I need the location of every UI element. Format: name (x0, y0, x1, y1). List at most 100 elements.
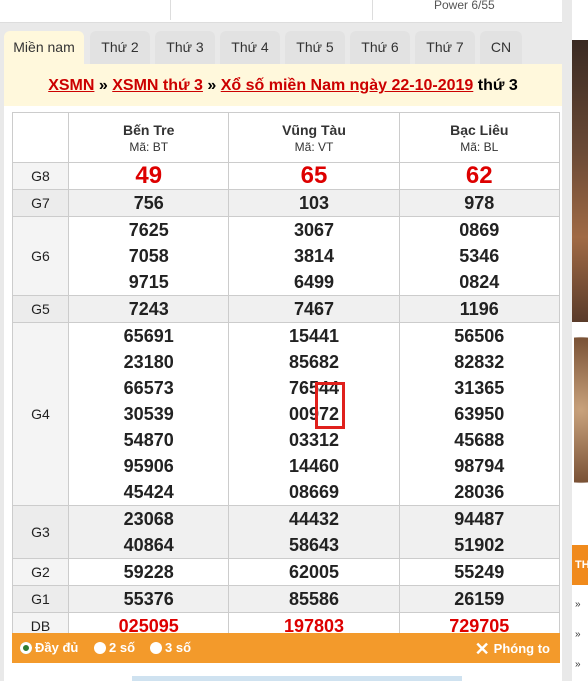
side-banner-image[interactable] (572, 40, 588, 322)
prize-row-g6: G6 7625 7058 9715 3067 3814 6499 0869 5346 082… (12, 216, 561, 296)
tab-cn[interactable]: CN (480, 31, 522, 64)
tab-thu-5[interactable]: Thứ 5 (285, 31, 345, 64)
prize-value: 65691 (123, 326, 174, 346)
tab-thu-3[interactable]: Thứ 3 (155, 31, 215, 64)
prize-value: 63950 (454, 404, 505, 424)
prize-value: 0824 (459, 272, 500, 292)
prize-value: 0869 (459, 220, 500, 240)
power-655-link[interactable]: Power 6/55 (434, 0, 495, 12)
expand-icon: ✕ (474, 639, 490, 659)
prize-row-g7: G7 756 103 978 (12, 189, 561, 217)
prize-value: 45688 (454, 430, 505, 450)
side-list[interactable]: »»» (575, 590, 581, 680)
province-code: Mã: VT (294, 139, 334, 154)
province-name: Bến Tre (123, 121, 175, 138)
prize-value: 30539 (123, 404, 174, 424)
prize-label: G5 (12, 295, 69, 323)
prize-value: 5346 (459, 246, 500, 266)
prize-value: 7058 (128, 246, 169, 266)
prize-value: 66573 (123, 378, 174, 398)
prize-value: 23068 (123, 509, 174, 529)
radio-icon[interactable] (150, 642, 162, 654)
prize-value: 62005 (228, 558, 400, 586)
prize-value: 54870 (123, 430, 174, 450)
prize-row-g4: G4 65691 23180 66573 30539 54870 95906 45424 1… (12, 322, 561, 506)
province-name: Bạc Liêu (450, 121, 509, 138)
tab-mien-nam[interactable]: Miền nam (4, 31, 84, 64)
corner-cell (12, 112, 69, 163)
prize-value: 44432 (288, 509, 340, 529)
prize-label: G1 (12, 585, 69, 613)
breadcrumb-weekday: thứ 3 (473, 77, 518, 94)
breadcrumb: XSMN » XSMN thứ 3 » Xổ số miền Nam ngày … (4, 64, 562, 106)
zoom-button[interactable]: ✕ Phóng to (475, 639, 550, 660)
results-panel: Bến Tre Mã: BT Vũng Tàu Mã: VT Bạc Liêu Mã:… (4, 106, 562, 681)
tab-thu-7[interactable]: Thứ 7 (415, 31, 475, 64)
breadcrumb-xsmn[interactable]: XSMN (48, 77, 94, 94)
prize-value: 85586 (228, 585, 400, 613)
option-2-digits[interactable]: 2 số (94, 640, 135, 655)
results-table: Bến Tre Mã: BT Vũng Tàu Mã: VT Bạc Liêu Mã:… (12, 112, 561, 640)
prize-row-g5: G5 7243 7467 1196 (12, 295, 561, 323)
prize-value: 56506 (454, 326, 505, 346)
top-divider (372, 0, 373, 20)
option-full[interactable]: Đầy đủ (20, 640, 78, 655)
prize-value: 6499 (293, 272, 335, 292)
option-3-digits[interactable]: 3 số (150, 640, 191, 655)
prize-value: 3067 (293, 220, 335, 240)
province-header[interactable]: Bến Tre Mã: BT (67, 112, 230, 163)
table-header-row: Bến Tre Mã: BT Vũng Tàu Mã: VT Bạc Liêu Mã:… (12, 112, 561, 163)
prize-value: 00972 (288, 404, 340, 424)
prize-value: 08669 (288, 482, 340, 502)
prize-value: 62 (398, 162, 561, 190)
prize-value: 7467 (228, 295, 400, 323)
tab-thu-4[interactable]: Thứ 4 (220, 31, 280, 64)
prize-cell: 3067 3814 6499 (228, 216, 400, 296)
prize-label: G3 (12, 505, 69, 559)
prize-value: 82832 (454, 352, 505, 372)
bottom-edge (132, 676, 462, 681)
radio-icon[interactable] (94, 642, 106, 654)
prize-value: 756 (67, 189, 230, 217)
display-options-bar: Đầy đủ 2 số 3 số ✕ Phóng to (12, 633, 560, 663)
tab-thu-6[interactable]: Thứ 6 (350, 31, 410, 64)
prize-label: G4 (12, 322, 69, 506)
side-section-title: TH (575, 559, 588, 571)
breadcrumb-separator: » (202, 77, 221, 94)
side-ad-image[interactable] (574, 330, 588, 530)
prize-value: 76544 (288, 378, 340, 398)
prize-label: G7 (12, 189, 69, 217)
prize-value: 59228 (67, 558, 230, 586)
prize-value: 978 (398, 189, 561, 217)
prize-cell: 23068 40864 (67, 505, 230, 559)
option-label: 3 số (165, 640, 192, 655)
prize-label: G8 (12, 162, 69, 190)
prize-cell: 94487 51902 (398, 505, 561, 559)
prize-cell: 56506 82832 31365 63950 45688 98794 28036 (398, 322, 561, 506)
prize-value: 49 (67, 162, 230, 190)
prize-value: 55376 (67, 585, 230, 613)
prize-value: 03312 (288, 430, 340, 450)
prize-value: 98794 (454, 456, 505, 476)
prize-value: 51902 (454, 535, 505, 555)
province-header[interactable]: Bạc Liêu Mã: BL (398, 112, 561, 163)
prize-value: 28036 (454, 482, 505, 502)
tab-thu-2[interactable]: Thứ 2 (90, 31, 150, 64)
prize-value: 9715 (128, 272, 169, 292)
province-code: Mã: BL (460, 139, 499, 154)
province-header[interactable]: Vũng Tàu Mã: VT (228, 112, 400, 163)
radio-selected-icon[interactable] (20, 642, 32, 654)
prize-value: 40864 (123, 535, 174, 555)
prize-cell: 0869 5346 0824 (398, 216, 561, 296)
breadcrumb-date[interactable]: Xổ số miền Nam ngày 22-10-2019 (221, 77, 474, 94)
breadcrumb-xsmn-thu-3[interactable]: XSMN thứ 3 (112, 77, 203, 94)
prize-label: G2 (12, 558, 69, 586)
side-section-header: TH (572, 545, 588, 585)
prize-row-g3: G3 23068 40864 44432 58643 94487 51902 (12, 505, 561, 559)
prize-value: 94487 (454, 509, 505, 529)
zoom-label: Phóng to (493, 641, 550, 656)
prize-row-g8: G8 49 65 62 (12, 162, 561, 190)
highlight-box (315, 382, 345, 429)
prize-cell: 7625 7058 9715 (67, 216, 230, 296)
prize-value: 55249 (398, 558, 561, 586)
